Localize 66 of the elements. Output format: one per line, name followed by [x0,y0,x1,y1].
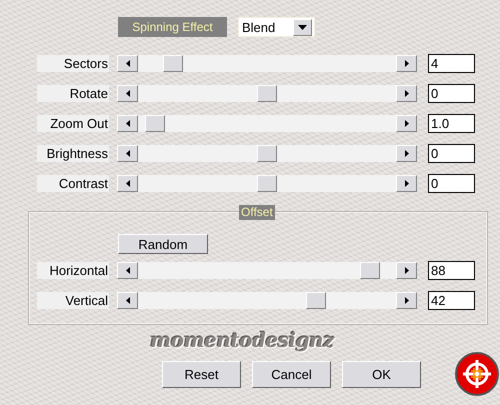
right-arrow-icon [404,90,408,97]
left-arrow-button[interactable] [117,115,138,132]
slider-track[interactable] [117,85,417,102]
slider-label: Rotate [37,85,109,102]
group-title: Offset [239,205,275,220]
left-arrow-button[interactable] [117,55,138,72]
left-arrow-button[interactable] [117,145,138,162]
left-arrow-icon [126,267,130,274]
slider-label: Vertical [37,292,109,309]
right-arrow-icon [404,297,408,304]
left-arrow-icon [126,150,130,157]
right-arrow-icon [404,60,408,67]
slider-thumb[interactable] [145,115,166,132]
slider-label: Horizontal [37,262,109,279]
slider-thumb[interactable] [257,85,277,102]
slider-thumb[interactable] [257,145,277,162]
value-field[interactable]: 88 [428,261,475,280]
right-arrow-icon [404,180,408,187]
section-title: Spinning Effect [118,17,227,37]
value-field[interactable]: 0 [428,144,475,163]
slider-thumb[interactable] [360,262,380,279]
value-field[interactable]: 42 [428,291,475,310]
right-arrow-icon [404,120,408,127]
right-arrow-icon [404,150,408,157]
right-arrow-button[interactable] [396,292,417,309]
slider-track[interactable] [117,55,417,72]
brand-logo-text: momentodesignz [150,328,334,352]
slider-label: Contrast [37,175,109,192]
slider-track[interactable] [117,262,417,279]
slider-thumb[interactable] [257,175,277,192]
slider-label: Sectors [37,55,109,72]
slider-thumb[interactable] [306,292,326,309]
right-arrow-button[interactable] [396,262,417,279]
slider-label: Zoom Out [37,115,109,132]
right-arrow-button[interactable] [396,85,417,102]
right-arrow-icon [404,267,408,274]
slider-thumb[interactable] [162,55,183,72]
right-arrow-button[interactable] [396,55,417,72]
value-field[interactable]: 0 [428,84,475,103]
value-field[interactable]: 1.0 [428,114,475,133]
right-arrow-button[interactable] [396,145,417,162]
slider-label: Brightness [37,145,109,162]
left-arrow-icon [126,120,130,127]
left-arrow-icon [126,180,130,187]
random-button[interactable]: Random [118,234,208,254]
slider-track[interactable] [117,175,417,192]
dialog-button[interactable]: Cancel [252,360,331,388]
left-arrow-icon [126,60,130,67]
left-arrow-button[interactable] [117,262,138,279]
left-arrow-button[interactable] [117,292,138,309]
value-field[interactable]: 4 [428,54,475,73]
left-arrow-icon [126,90,130,97]
left-arrow-icon [126,297,130,304]
dialog-button[interactable]: Reset [162,360,241,388]
dialog-button[interactable]: OK [342,360,421,388]
right-arrow-button[interactable] [396,175,417,192]
lifebuoy-icon[interactable] [455,352,499,396]
blend-dropdown[interactable]: Blend [238,17,315,37]
left-arrow-button[interactable] [117,85,138,102]
value-field[interactable]: 0 [428,174,475,193]
right-arrow-button[interactable] [396,115,417,132]
slider-track[interactable] [117,292,417,309]
slider-track[interactable] [117,115,417,132]
dropdown-caret-icon [298,24,307,30]
left-arrow-button[interactable] [117,175,138,192]
slider-track[interactable] [117,145,417,162]
